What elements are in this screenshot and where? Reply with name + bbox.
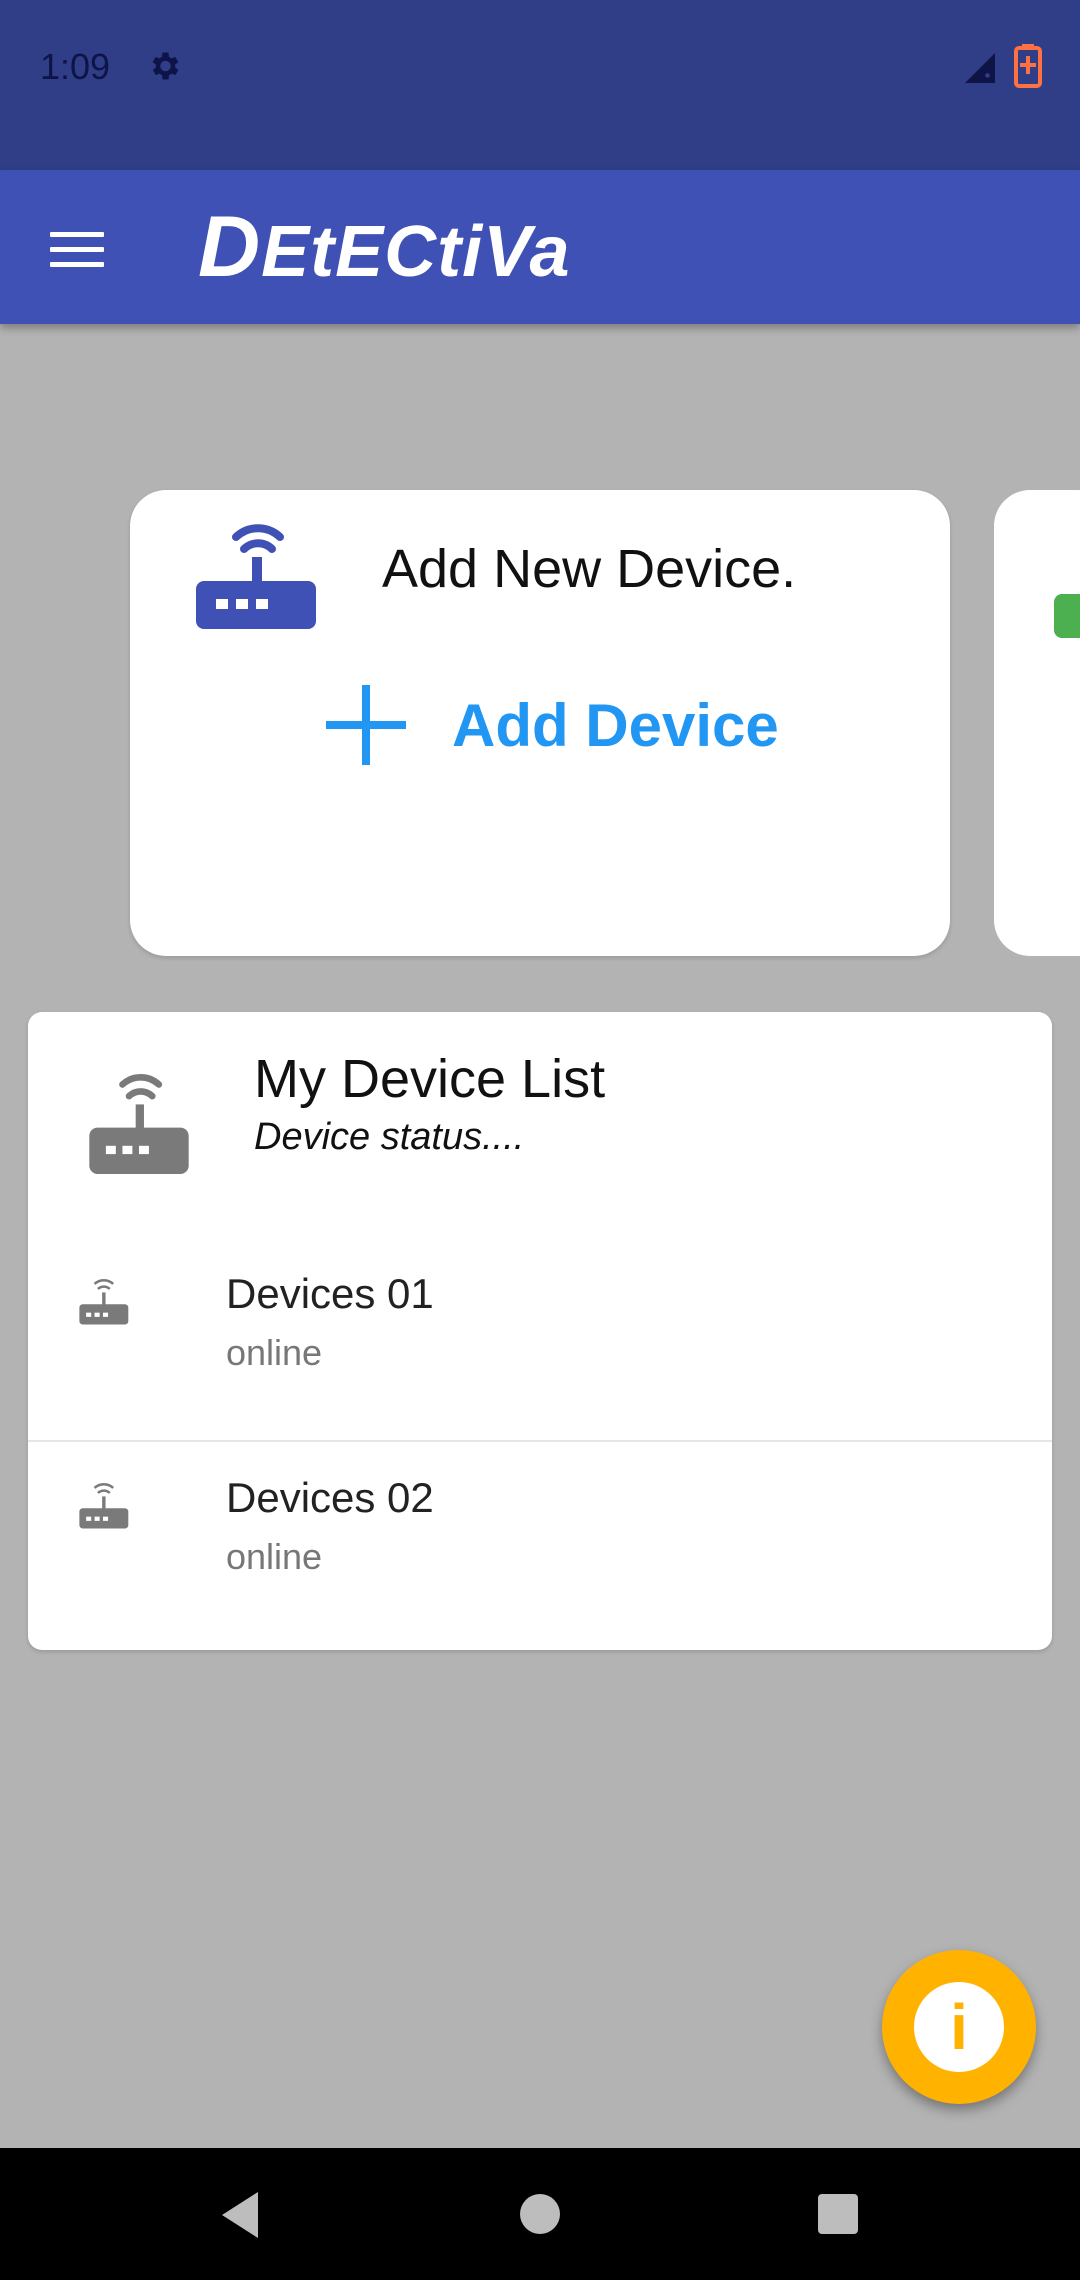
add-device-card: Add New Device. Add Device (130, 490, 950, 956)
device-status: online (226, 1536, 323, 1577)
device-name: Devices 01 (226, 1270, 434, 1317)
logo-initial: D (198, 199, 262, 295)
plus-icon (326, 685, 406, 765)
status-bar: 1:09 (0, 0, 1080, 170)
router-icon (89, 1073, 189, 1174)
device-list-item[interactable]: Devices 02 online (28, 1442, 1052, 1642)
signal-icon (965, 53, 995, 83)
device-list-card: My Device List Device status.... Devices… (28, 1012, 1052, 1650)
logo-text: EtECtiVa (261, 212, 571, 292)
home-icon[interactable] (520, 2194, 560, 2234)
device-name: Devices 02 (226, 1474, 434, 1521)
add-device-label: Add Device (452, 691, 779, 759)
device-list-item[interactable]: Devices 01 online (28, 1238, 1052, 1442)
hamburger-menu-icon[interactable] (50, 232, 104, 270)
device-list-title: My Device List (254, 1049, 606, 1109)
device-list-subtitle: Device status.... (254, 1116, 525, 1158)
app-logo: DEtECtiVa (198, 198, 571, 297)
status-time: 1:09 (40, 46, 111, 87)
add-device-button[interactable]: Add Device (326, 680, 779, 770)
battery-charging-icon (1014, 44, 1042, 88)
settings-gear-icon (152, 52, 179, 80)
router-icon (196, 524, 316, 629)
recents-icon[interactable] (818, 2194, 858, 2234)
back-icon[interactable] (218, 2190, 262, 2240)
device-status: online (226, 1332, 323, 1373)
info-fab-button[interactable]: i (882, 1950, 1036, 2104)
next-card-peek[interactable] (994, 490, 1080, 956)
router-icon (79, 1483, 129, 1529)
add-new-device-title: Add New Device. (382, 539, 797, 599)
info-icon: i (914, 1982, 1004, 2072)
green-badge-icon (1054, 594, 1080, 638)
app-bar: DEtECtiVa (0, 170, 1080, 324)
system-nav-bar (0, 2148, 1080, 2280)
router-icon (79, 1279, 129, 1325)
